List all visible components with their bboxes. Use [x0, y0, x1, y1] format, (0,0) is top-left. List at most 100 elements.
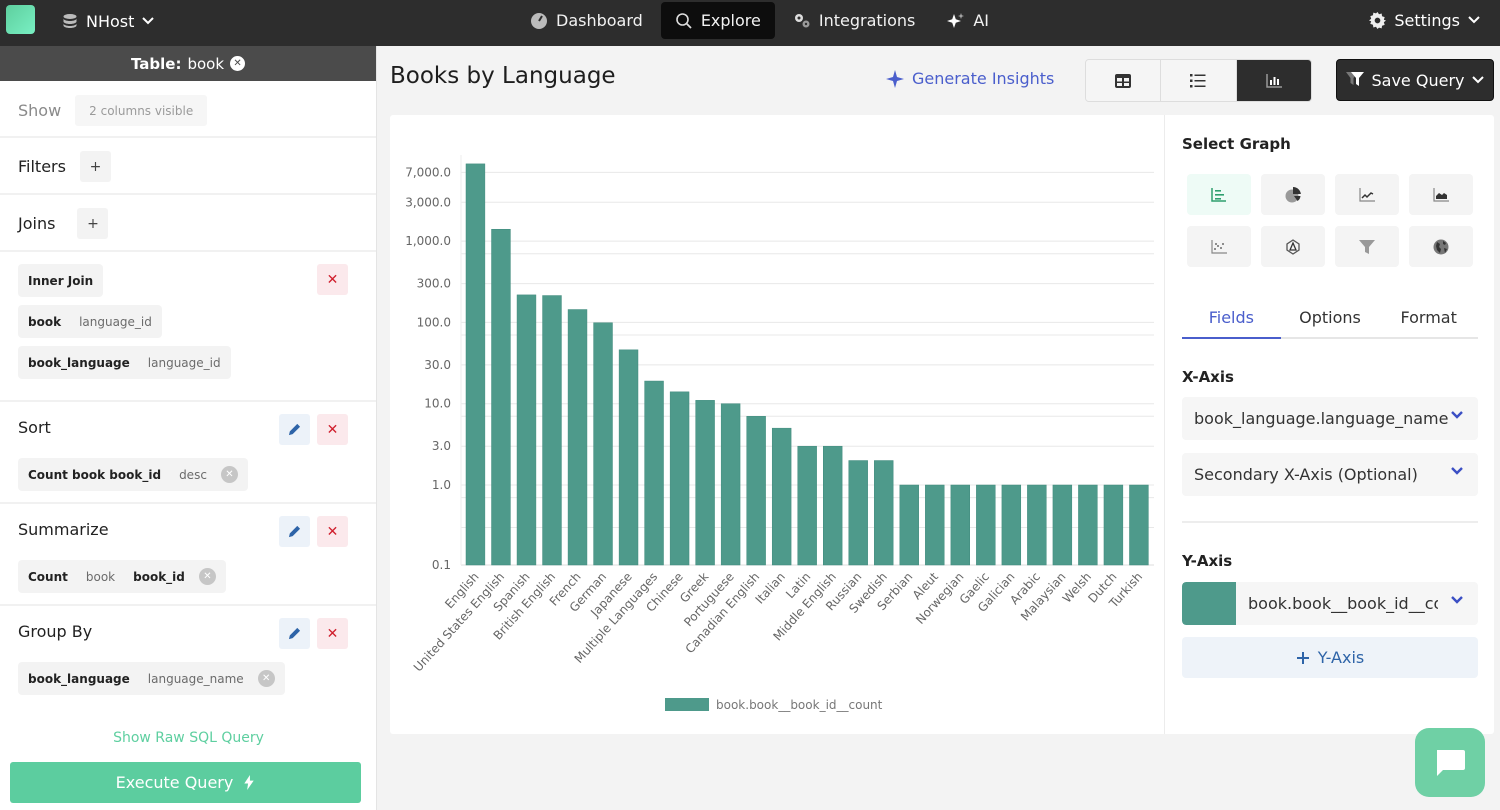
join-type-chip[interactable]: Inner Join [18, 264, 104, 297]
delete-sort-button[interactable]: ✕ [317, 414, 348, 445]
settings-menu[interactable]: Settings [1369, 0, 1480, 40]
generate-insights-button[interactable]: Generate Insights [886, 69, 1054, 88]
x-axis-select[interactable]: book_language.language_name [1182, 397, 1478, 440]
chevron-down-icon [1451, 411, 1463, 419]
join-right-table: book_language [28, 355, 130, 370]
tab-fields[interactable]: Fields [1182, 305, 1281, 339]
delete-join-button[interactable]: ✕ [317, 264, 348, 295]
group-by-table: book_language [28, 671, 130, 686]
group-by-chip[interactable]: book_language language_name ✕ [18, 662, 285, 695]
sort-direction: desc [179, 467, 207, 482]
bar [593, 322, 613, 566]
summarize-func: Count [28, 569, 68, 584]
table-name: book [187, 54, 225, 73]
y-axis-select: book.book__book_id__count [1182, 582, 1478, 625]
graph-type-scatter[interactable] [1187, 226, 1251, 267]
show-raw-sql-link[interactable]: Show Raw SQL Query [0, 730, 377, 746]
sort-label: Sort [18, 418, 51, 437]
tab-format[interactable]: Format [1379, 305, 1478, 337]
chat-bubble-icon [1437, 749, 1465, 776]
chart-view-button[interactable] [1236, 60, 1311, 101]
sort-chip[interactable]: Count book book_id desc ✕ [18, 458, 248, 491]
show-label: Show [18, 101, 62, 120]
group-by-column: language_name [147, 671, 244, 686]
clear-table-icon[interactable]: ✕ [230, 56, 246, 71]
chevron-down-icon [1472, 76, 1485, 84]
summarize-table: book [85, 569, 116, 584]
bar [899, 484, 919, 566]
graph-type-map[interactable] [1409, 226, 1473, 267]
remove-sort-icon[interactable]: ✕ [220, 466, 238, 483]
nav-explore[interactable]: Explore [660, 2, 775, 39]
edit-group-by-button[interactable] [279, 618, 310, 649]
bar [1129, 484, 1149, 566]
table-view-button[interactable] [1086, 60, 1162, 101]
join-right-column: language_id [147, 355, 221, 370]
add-join-button[interactable]: + [77, 208, 109, 239]
close-icon: ✕ [326, 421, 339, 438]
bar [516, 294, 537, 566]
summarize-section: Summarize ✕ Count book book_id ✕ [0, 504, 376, 606]
y-tick-label: 0.1 [432, 558, 451, 572]
nav-integrations[interactable]: Integrations [779, 2, 930, 39]
graph-type-area[interactable] [1409, 174, 1473, 215]
bar [1001, 484, 1022, 566]
save-query-button[interactable]: Save Query [1336, 59, 1494, 101]
nav-dashboard[interactable]: Dashboard [516, 2, 657, 39]
edit-sort-button[interactable] [279, 414, 310, 445]
bar [644, 380, 664, 566]
bar [950, 484, 970, 566]
secondary-x-axis-select[interactable]: Secondary X-Axis (Optional) [1182, 453, 1478, 496]
close-icon: ✕ [326, 523, 339, 540]
add-y-axis-button[interactable]: Y-Axis [1182, 637, 1478, 678]
tab-options[interactable]: Options [1281, 305, 1380, 337]
nav-label: AI [973, 11, 990, 30]
plus-icon [1296, 651, 1309, 664]
filters-section: Filters + [0, 138, 376, 195]
graph-type-line[interactable] [1335, 174, 1399, 215]
app-logo[interactable] [6, 5, 35, 34]
nav-label: Dashboard [556, 11, 643, 30]
execute-query-button[interactable]: Execute Query [10, 762, 361, 803]
close-icon: ✕ [326, 625, 339, 642]
sparkle-icon [947, 12, 965, 28]
chevron-down-icon [142, 17, 155, 25]
sort-section: Sort ✕ Count book book_id desc ✕ [0, 402, 376, 504]
remove-summarize-icon[interactable]: ✕ [198, 568, 216, 585]
graph-type-radar[interactable] [1261, 226, 1325, 267]
delete-group-by-button[interactable]: ✕ [317, 618, 348, 649]
bar [618, 349, 639, 566]
y-axis-color-swatch[interactable] [1182, 582, 1236, 625]
bar [1052, 484, 1073, 566]
graph-type-pie[interactable] [1261, 174, 1325, 215]
columns-visible-button[interactable]: 2 columns visible [75, 95, 208, 126]
list-view-button[interactable] [1161, 60, 1237, 101]
join-left-chip[interactable]: book language_id [18, 305, 162, 338]
y-tick-label: 1.0 [432, 478, 451, 492]
nav-ai[interactable]: AI [933, 2, 1003, 39]
graph-type-bar[interactable] [1187, 174, 1251, 215]
gear-icon [1369, 11, 1387, 29]
y-tick-label: 1,000.0 [405, 234, 451, 248]
bar [491, 228, 511, 566]
join-right-chip[interactable]: book_language language_id [18, 346, 231, 379]
database-selector[interactable]: NHost [62, 0, 155, 42]
globe-icon [1433, 239, 1449, 254]
graph-type-funnel[interactable] [1335, 226, 1399, 267]
filter-icon [1345, 72, 1364, 86]
remove-group-by-icon[interactable]: ✕ [257, 670, 275, 687]
y-axis-value[interactable]: book.book__book_id__count [1248, 594, 1438, 613]
chat-support-button[interactable] [1415, 728, 1485, 797]
table-header: Table: book ✕ [0, 46, 376, 81]
y-tick-label: 300.0 [417, 277, 451, 291]
summarize-column: book_id [133, 569, 185, 584]
secondary-x-axis-placeholder: Secondary X-Axis (Optional) [1194, 465, 1418, 484]
delete-summarize-button[interactable]: ✕ [317, 516, 348, 547]
summarize-chip[interactable]: Count book book_id ✕ [18, 560, 226, 593]
chevron-down-icon [1468, 16, 1480, 24]
y-tick-label: 3.0 [432, 439, 451, 453]
join-type: Inner Join [28, 273, 94, 288]
edit-summarize-button[interactable] [279, 516, 310, 547]
radar-chart-icon [1286, 238, 1300, 255]
add-filter-button[interactable]: + [79, 151, 111, 182]
